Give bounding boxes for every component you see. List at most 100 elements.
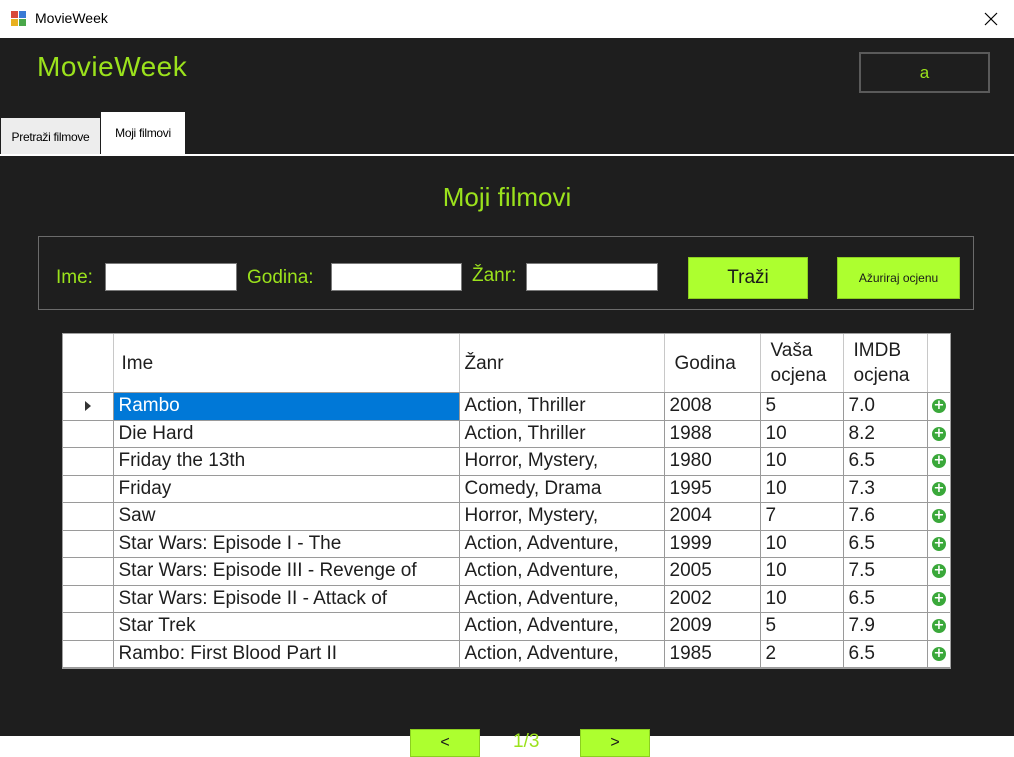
cell-imdb-rating[interactable]: 7.5 <box>843 557 928 586</box>
row-header[interactable] <box>63 502 114 531</box>
add-cell[interactable]: + <box>927 612 950 641</box>
cell-name[interactable]: Star Wars: Episode II - Attack of <box>113 585 460 613</box>
cell-imdb-rating[interactable]: 8.2 <box>843 420 928 448</box>
table-row[interactable]: Friday Comedy, Drama 1995 10 7.3 + <box>63 475 950 503</box>
cell-name[interactable]: Star Wars: Episode III - Revenge of <box>113 557 460 586</box>
cell-your-rating[interactable]: 7 <box>760 502 844 531</box>
cell-imdb-rating[interactable]: 7.3 <box>843 475 928 503</box>
cell-name[interactable]: Star Trek <box>113 612 460 641</box>
cell-year[interactable]: 2002 <box>664 585 761 613</box>
tab-my-movies[interactable]: Moji filmovi <box>101 112 185 155</box>
cell-year[interactable]: 1988 <box>664 420 761 448</box>
cell-name[interactable]: Friday the 13th <box>113 447 460 476</box>
tab-search-movies[interactable]: Pretraži filmove <box>1 118 100 155</box>
cell-year[interactable]: 2005 <box>664 557 761 586</box>
add-cell[interactable]: + <box>927 530 950 558</box>
row-header[interactable] <box>63 447 114 476</box>
name-input[interactable] <box>105 263 237 291</box>
cell-genre[interactable]: Comedy, Drama <box>459 475 665 503</box>
cell-imdb-rating[interactable]: 6.5 <box>843 640 928 668</box>
update-rating-button[interactable]: Ažuriraj ocjenu <box>837 257 960 299</box>
add-cell[interactable]: + <box>927 640 950 668</box>
cell-year[interactable]: 2008 <box>664 392 761 421</box>
cell-year[interactable]: 2004 <box>664 502 761 531</box>
cell-your-rating[interactable]: 10 <box>760 557 844 586</box>
cell-imdb-rating[interactable]: 6.5 <box>843 585 928 613</box>
genre-input[interactable] <box>526 263 658 291</box>
prev-page-button[interactable]: < <box>410 729 480 757</box>
column-header-imdb-rating[interactable]: IMDB ocjena <box>843 334 928 393</box>
cell-name[interactable]: Saw <box>113 502 460 531</box>
cell-genre[interactable]: Horror, Mystery, <box>459 502 665 531</box>
close-button[interactable] <box>968 0 1014 38</box>
table-row[interactable]: Star Wars: Episode III - Revenge of Actio… <box>63 557 950 586</box>
add-circle-icon[interactable]: + <box>932 619 946 634</box>
cell-imdb-rating[interactable]: 7.9 <box>843 612 928 641</box>
cell-your-rating[interactable]: 5 <box>760 612 844 641</box>
cell-year[interactable]: 2009 <box>664 612 761 641</box>
row-header[interactable] <box>63 612 114 641</box>
add-circle-icon[interactable]: + <box>932 454 946 469</box>
table-row[interactable]: Star Wars: Episode II - Attack of Action,… <box>63 585 950 613</box>
add-cell[interactable]: + <box>927 447 950 476</box>
column-header-year[interactable]: Godina <box>664 334 761 393</box>
row-header[interactable] <box>63 640 114 668</box>
movies-grid[interactable]: Ime Žanr Godina Vaša ocjena IMDB ocjena … <box>62 333 951 669</box>
table-row[interactable]: Rambo Action, Thriller 2008 5 7.0 + <box>63 392 950 421</box>
cell-genre[interactable]: Action, Thriller <box>459 420 665 448</box>
row-header[interactable] <box>63 557 114 586</box>
cell-genre[interactable]: Action, Adventure, <box>459 557 665 586</box>
add-circle-icon[interactable]: + <box>932 426 946 441</box>
add-cell[interactable]: + <box>927 502 950 531</box>
column-header-name[interactable]: Ime <box>113 334 460 393</box>
next-page-button[interactable]: > <box>580 729 650 757</box>
user-label[interactable]: a <box>859 52 990 93</box>
cell-your-rating[interactable]: 10 <box>760 447 844 476</box>
table-row[interactable]: Rambo: First Blood Part II Action, Advent… <box>63 640 950 668</box>
cell-year[interactable]: 1999 <box>664 530 761 558</box>
add-cell[interactable]: + <box>927 475 950 503</box>
row-header[interactable] <box>63 585 114 613</box>
add-circle-icon[interactable]: + <box>932 481 946 496</box>
year-input[interactable] <box>331 263 462 291</box>
cell-genre[interactable]: Horror, Mystery, <box>459 447 665 476</box>
add-cell[interactable]: + <box>927 585 950 613</box>
cell-genre[interactable]: Action, Thriller <box>459 392 665 421</box>
cell-your-rating[interactable]: 2 <box>760 640 844 668</box>
search-button[interactable]: Traži <box>688 257 808 299</box>
table-row[interactable]: Die Hard Action, Thriller 1988 10 8.2 + <box>63 420 950 448</box>
cell-name[interactable]: Rambo <box>113 392 460 421</box>
cell-imdb-rating[interactable]: 7.0 <box>843 392 928 421</box>
table-row[interactable]: Saw Horror, Mystery, 2004 7 7.6 + <box>63 502 950 531</box>
cell-your-rating[interactable]: 10 <box>760 420 844 448</box>
cell-genre[interactable]: Action, Adventure, <box>459 640 665 668</box>
table-row[interactable]: Star Trek Action, Adventure, 2009 5 7.9 + <box>63 612 950 641</box>
add-circle-icon[interactable]: + <box>932 591 946 606</box>
cell-name[interactable]: Die Hard <box>113 420 460 448</box>
add-circle-icon[interactable]: + <box>932 564 946 579</box>
cell-your-rating[interactable]: 10 <box>760 585 844 613</box>
row-header[interactable] <box>63 392 114 421</box>
cell-name[interactable]: Star Wars: Episode I - The <box>113 530 460 558</box>
cell-your-rating[interactable]: 10 <box>760 475 844 503</box>
cell-name[interactable]: Rambo: First Blood Part II <box>113 640 460 668</box>
cell-imdb-rating[interactable]: 6.5 <box>843 530 928 558</box>
cell-your-rating[interactable]: 5 <box>760 392 844 421</box>
cell-year[interactable]: 1995 <box>664 475 761 503</box>
cell-year[interactable]: 1980 <box>664 447 761 476</box>
column-header-genre[interactable]: Žanr <box>459 334 665 393</box>
row-header[interactable] <box>63 420 114 448</box>
cell-imdb-rating[interactable]: 6.5 <box>843 447 928 476</box>
add-cell[interactable]: + <box>927 557 950 586</box>
add-circle-icon[interactable]: + <box>932 646 946 661</box>
add-cell[interactable]: + <box>927 420 950 448</box>
cell-name[interactable]: Friday <box>113 475 460 503</box>
add-circle-icon[interactable]: + <box>932 509 946 524</box>
add-circle-icon[interactable]: + <box>932 399 946 414</box>
column-header-your-rating[interactable]: Vaša ocjena <box>760 334 844 393</box>
cell-genre[interactable]: Action, Adventure, <box>459 530 665 558</box>
add-circle-icon[interactable]: + <box>932 536 946 551</box>
table-row[interactable]: Star Wars: Episode I - The Action, Advent… <box>63 530 950 558</box>
cell-genre[interactable]: Action, Adventure, <box>459 612 665 641</box>
add-cell[interactable]: + <box>927 392 950 421</box>
